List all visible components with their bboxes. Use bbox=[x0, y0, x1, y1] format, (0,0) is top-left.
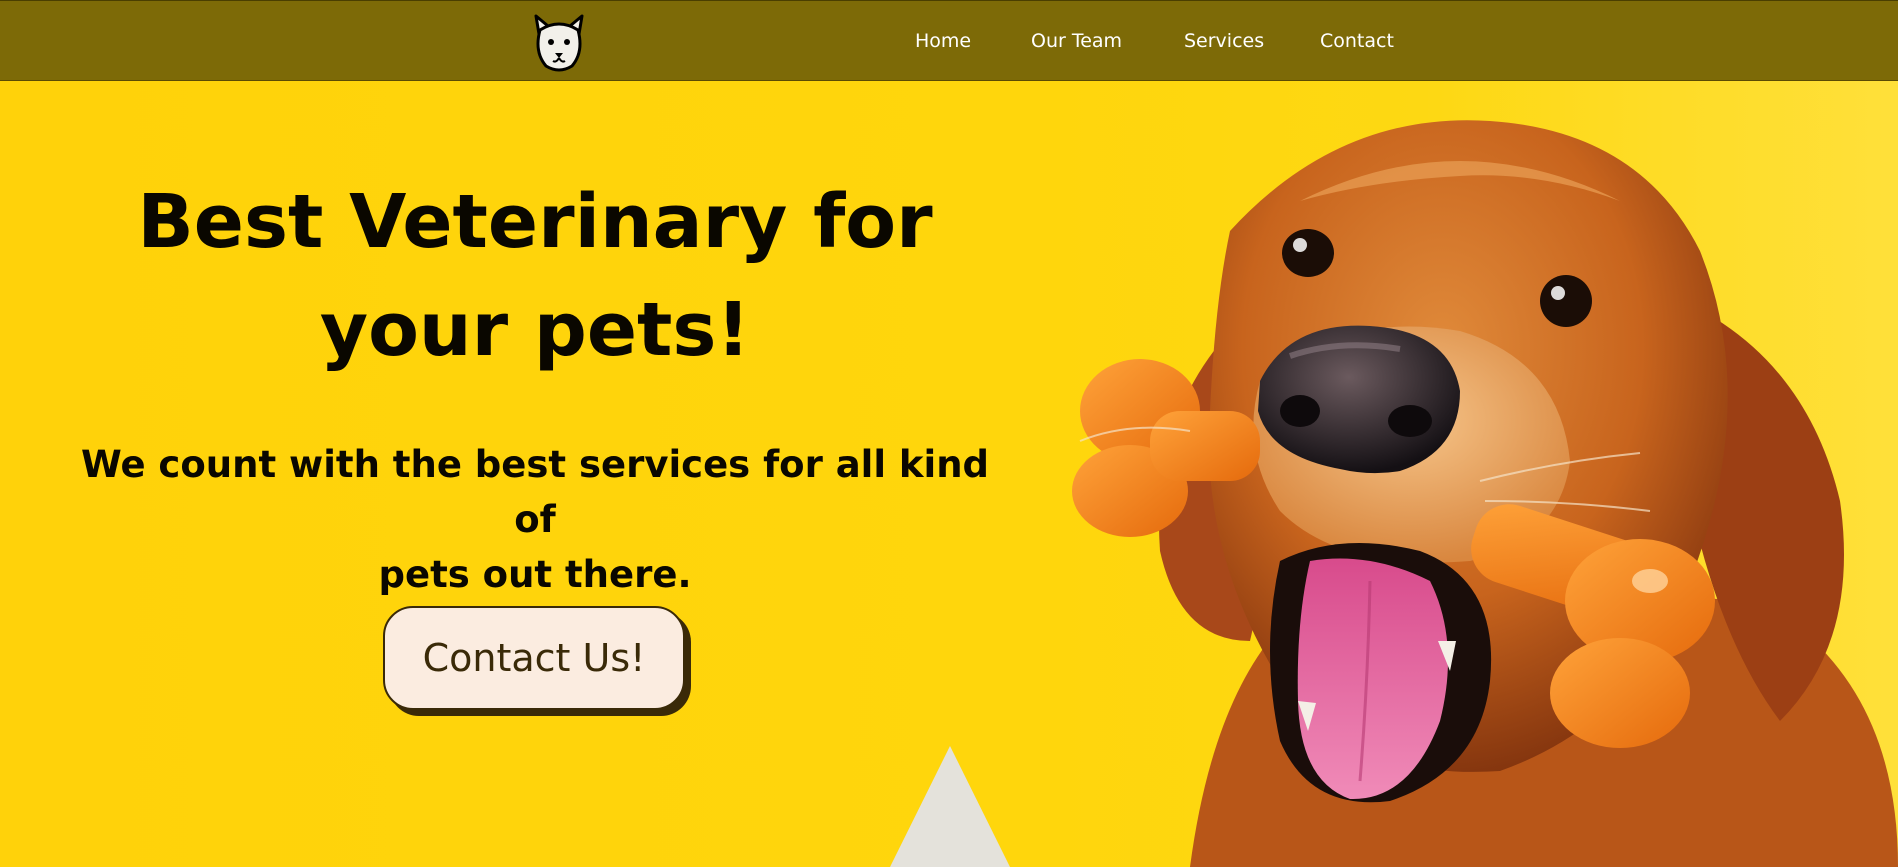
nav-link-our-team[interactable]: Our Team bbox=[1031, 30, 1122, 52]
hero-subtitle-line-2: pets out there. bbox=[378, 553, 692, 596]
hero-subtitle-line-1: We count with the best services for all … bbox=[80, 443, 990, 541]
hero-title-line-2: your pets! bbox=[319, 287, 751, 373]
nav-link-home[interactable]: Home bbox=[915, 30, 971, 52]
nav-link-services[interactable]: Services bbox=[1184, 30, 1264, 52]
navbar: Home Our Team Services Contact bbox=[0, 0, 1898, 81]
nav-links: Home Our Team Services Contact bbox=[0, 1, 1898, 82]
hero-title: Best Veterinary for your pets! bbox=[70, 168, 1000, 384]
hero-subtitle: We count with the best services for all … bbox=[60, 437, 1010, 602]
nav-link-contact[interactable]: Contact bbox=[1320, 30, 1394, 52]
hero-title-line-1: Best Veterinary for bbox=[137, 179, 933, 265]
contact-us-button[interactable]: Contact Us! bbox=[383, 606, 685, 710]
decorative-triangle bbox=[890, 746, 1010, 867]
hero-dog-image bbox=[1072, 120, 1898, 867]
